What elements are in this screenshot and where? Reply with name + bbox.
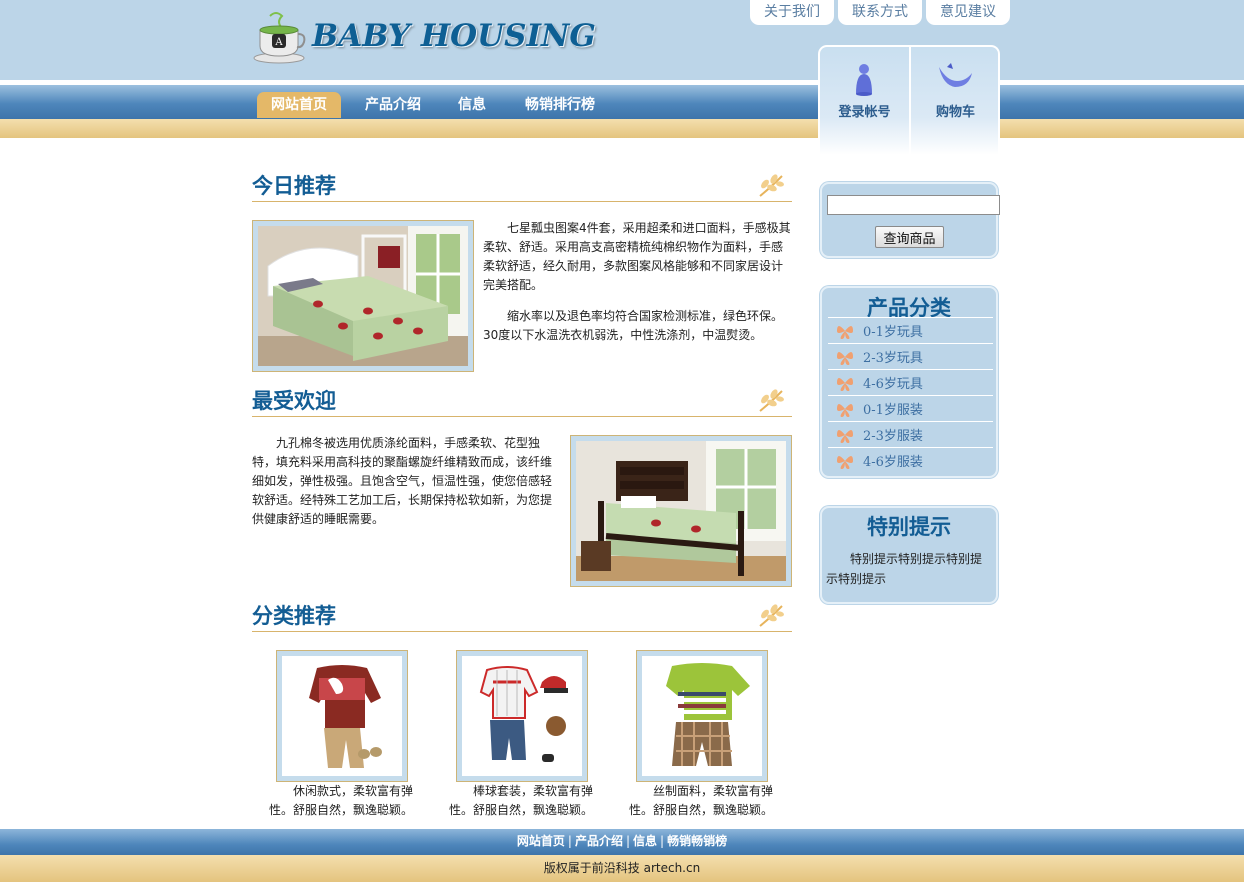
popular-product-image[interactable] <box>570 435 792 587</box>
butterfly-icon <box>837 326 853 339</box>
section-popular-header: 最受欢迎 <box>252 387 792 417</box>
search-input[interactable] <box>827 195 1000 215</box>
category-label: 0-1岁服装 <box>863 403 923 418</box>
brand-name: BABY HOUSING <box>312 18 596 54</box>
section-category-header: 分类推荐 <box>252 602 792 632</box>
baseball-outfit-photo <box>462 656 582 776</box>
today-paragraph-2: 缩水率以及退色率均符合国家检测标准，绿色环保。30度以下水温洗衣机弱洗，中性洗涤… <box>483 309 784 342</box>
footer-copyright: 版权属于前沿科技 artech.cn <box>0 855 1244 882</box>
section-popular-title: 最受欢迎 <box>252 389 336 413</box>
category-text-silk: 丝制面料，柔软富有弹性。舒服自然，飘逸聪颖。 <box>629 784 774 817</box>
section-today-header: 今日推荐 <box>252 172 792 202</box>
header-background <box>0 0 1244 80</box>
section-today-title: 今日推荐 <box>252 174 336 198</box>
footer-nav: 网站首页 | 产品介绍 | 信息 | 畅销畅销榜 <box>0 829 1244 855</box>
category-link-clothes-4-6[interactable]: 4-6岁服装 <box>828 447 993 473</box>
product-category-box: 产品分类 0-1岁玩具 2-3岁玩具 4-6岁玩具 0-1岁服装 2-3岁服装 … <box>820 286 998 478</box>
bed-photo-1 <box>258 226 468 366</box>
popular-paragraph: 九孔棉冬被选用优质涤纶面料，手感柔软、花型独特，填充料采用高科技的聚酯螺旋纤维精… <box>252 436 553 526</box>
category-label: 2-3岁服装 <box>863 429 923 444</box>
category-card-casual[interactable] <box>276 650 408 782</box>
footer-link-home[interactable]: 网站首页 <box>517 834 565 848</box>
category-label: 0-1岁玩具 <box>863 325 923 340</box>
category-text-baseball: 棒球套装，柔软富有弹性。舒服自然，飘逸聪颖。 <box>449 784 594 817</box>
leaf-ornament-icon <box>759 174 784 197</box>
butterfly-icon <box>837 404 853 417</box>
footer-link-bestsellers[interactable]: 畅销畅销榜 <box>667 834 727 848</box>
user-icon <box>856 64 872 96</box>
leaf-ornament-icon <box>759 604 784 627</box>
cart-button[interactable]: 购物车 <box>911 47 1000 147</box>
today-paragraph-1: 七星瓢虫图案4件套，采用超柔和进口面料，手感极其柔软、舒适。采用高支高密精梳纯棉… <box>483 221 791 292</box>
category-card-silk[interactable] <box>636 650 768 782</box>
silk-outfit-photo <box>642 656 762 776</box>
bed-photo-2 <box>576 441 786 581</box>
login-label: 登录帐号 <box>838 105 891 120</box>
butterfly-icon <box>837 378 853 391</box>
footer-separator: | <box>625 834 631 848</box>
leaf-ornament-icon <box>759 389 784 412</box>
category-card-baseball[interactable] <box>456 650 588 782</box>
casual-outfit-photo <box>282 656 402 776</box>
cart-icon <box>939 63 972 87</box>
category-label: 4-6岁玩具 <box>863 377 923 392</box>
top-link-feedback[interactable]: 意见建议 <box>926 0 1010 25</box>
section-category-title: 分类推荐 <box>252 604 336 628</box>
nav-home[interactable]: 网站首页 <box>257 92 341 118</box>
nav-info[interactable]: 信息 <box>458 92 486 118</box>
top-link-contact[interactable]: 联系方式 <box>838 0 922 25</box>
special-tip-title: 特别提示 <box>867 515 951 539</box>
butterfly-icon <box>837 430 853 443</box>
special-tip-text: 特别提示特别提示特别提示特别提示 <box>826 552 983 586</box>
category-label: 2-3岁玩具 <box>863 351 923 366</box>
category-link-toys-0-1[interactable]: 0-1岁玩具 <box>828 317 993 343</box>
nav-bestsellers[interactable]: 畅销排行榜 <box>525 92 595 118</box>
nav-bar <box>0 85 1244 119</box>
svg-text:A: A <box>274 37 283 48</box>
butterfly-icon <box>837 352 853 365</box>
cart-label: 购物车 <box>935 105 975 120</box>
today-product-image[interactable] <box>252 220 474 372</box>
category-label: 4-6岁服装 <box>863 455 923 470</box>
category-link-clothes-2-3[interactable]: 2-3岁服装 <box>828 421 993 447</box>
login-button[interactable]: 登录帐号 <box>820 47 909 147</box>
search-box: 查询商品 <box>820 182 1000 258</box>
user-panel: 登录帐号 购物车 <box>818 45 1000 157</box>
footer-link-products[interactable]: 产品介绍 <box>575 834 623 848</box>
footer-separator: | <box>660 834 665 848</box>
category-link-toys-2-3[interactable]: 2-3岁玩具 <box>828 343 993 369</box>
footer-separator: | <box>567 834 572 848</box>
special-tip-box: 特别提示 特别提示特别提示特别提示特别提示 <box>820 506 998 604</box>
category-text-casual: 休闲款式，柔软富有弹性。舒服自然，飘逸聪颖。 <box>269 784 414 817</box>
category-link-toys-4-6[interactable]: 4-6岁玩具 <box>828 369 993 395</box>
teacup-logo-icon: A <box>253 12 306 64</box>
category-link-clothes-0-1[interactable]: 0-1岁服装 <box>828 395 993 421</box>
top-link-about[interactable]: 关于我们 <box>750 0 834 25</box>
footer-link-info[interactable]: 信息 <box>633 834 657 848</box>
search-button[interactable]: 查询商品 <box>875 226 944 248</box>
site-logo[interactable]: A BABY HOUSING <box>250 6 596 66</box>
butterfly-icon <box>837 456 853 469</box>
nav-products[interactable]: 产品介绍 <box>365 92 421 118</box>
nav-gold-stripe <box>0 119 1244 138</box>
